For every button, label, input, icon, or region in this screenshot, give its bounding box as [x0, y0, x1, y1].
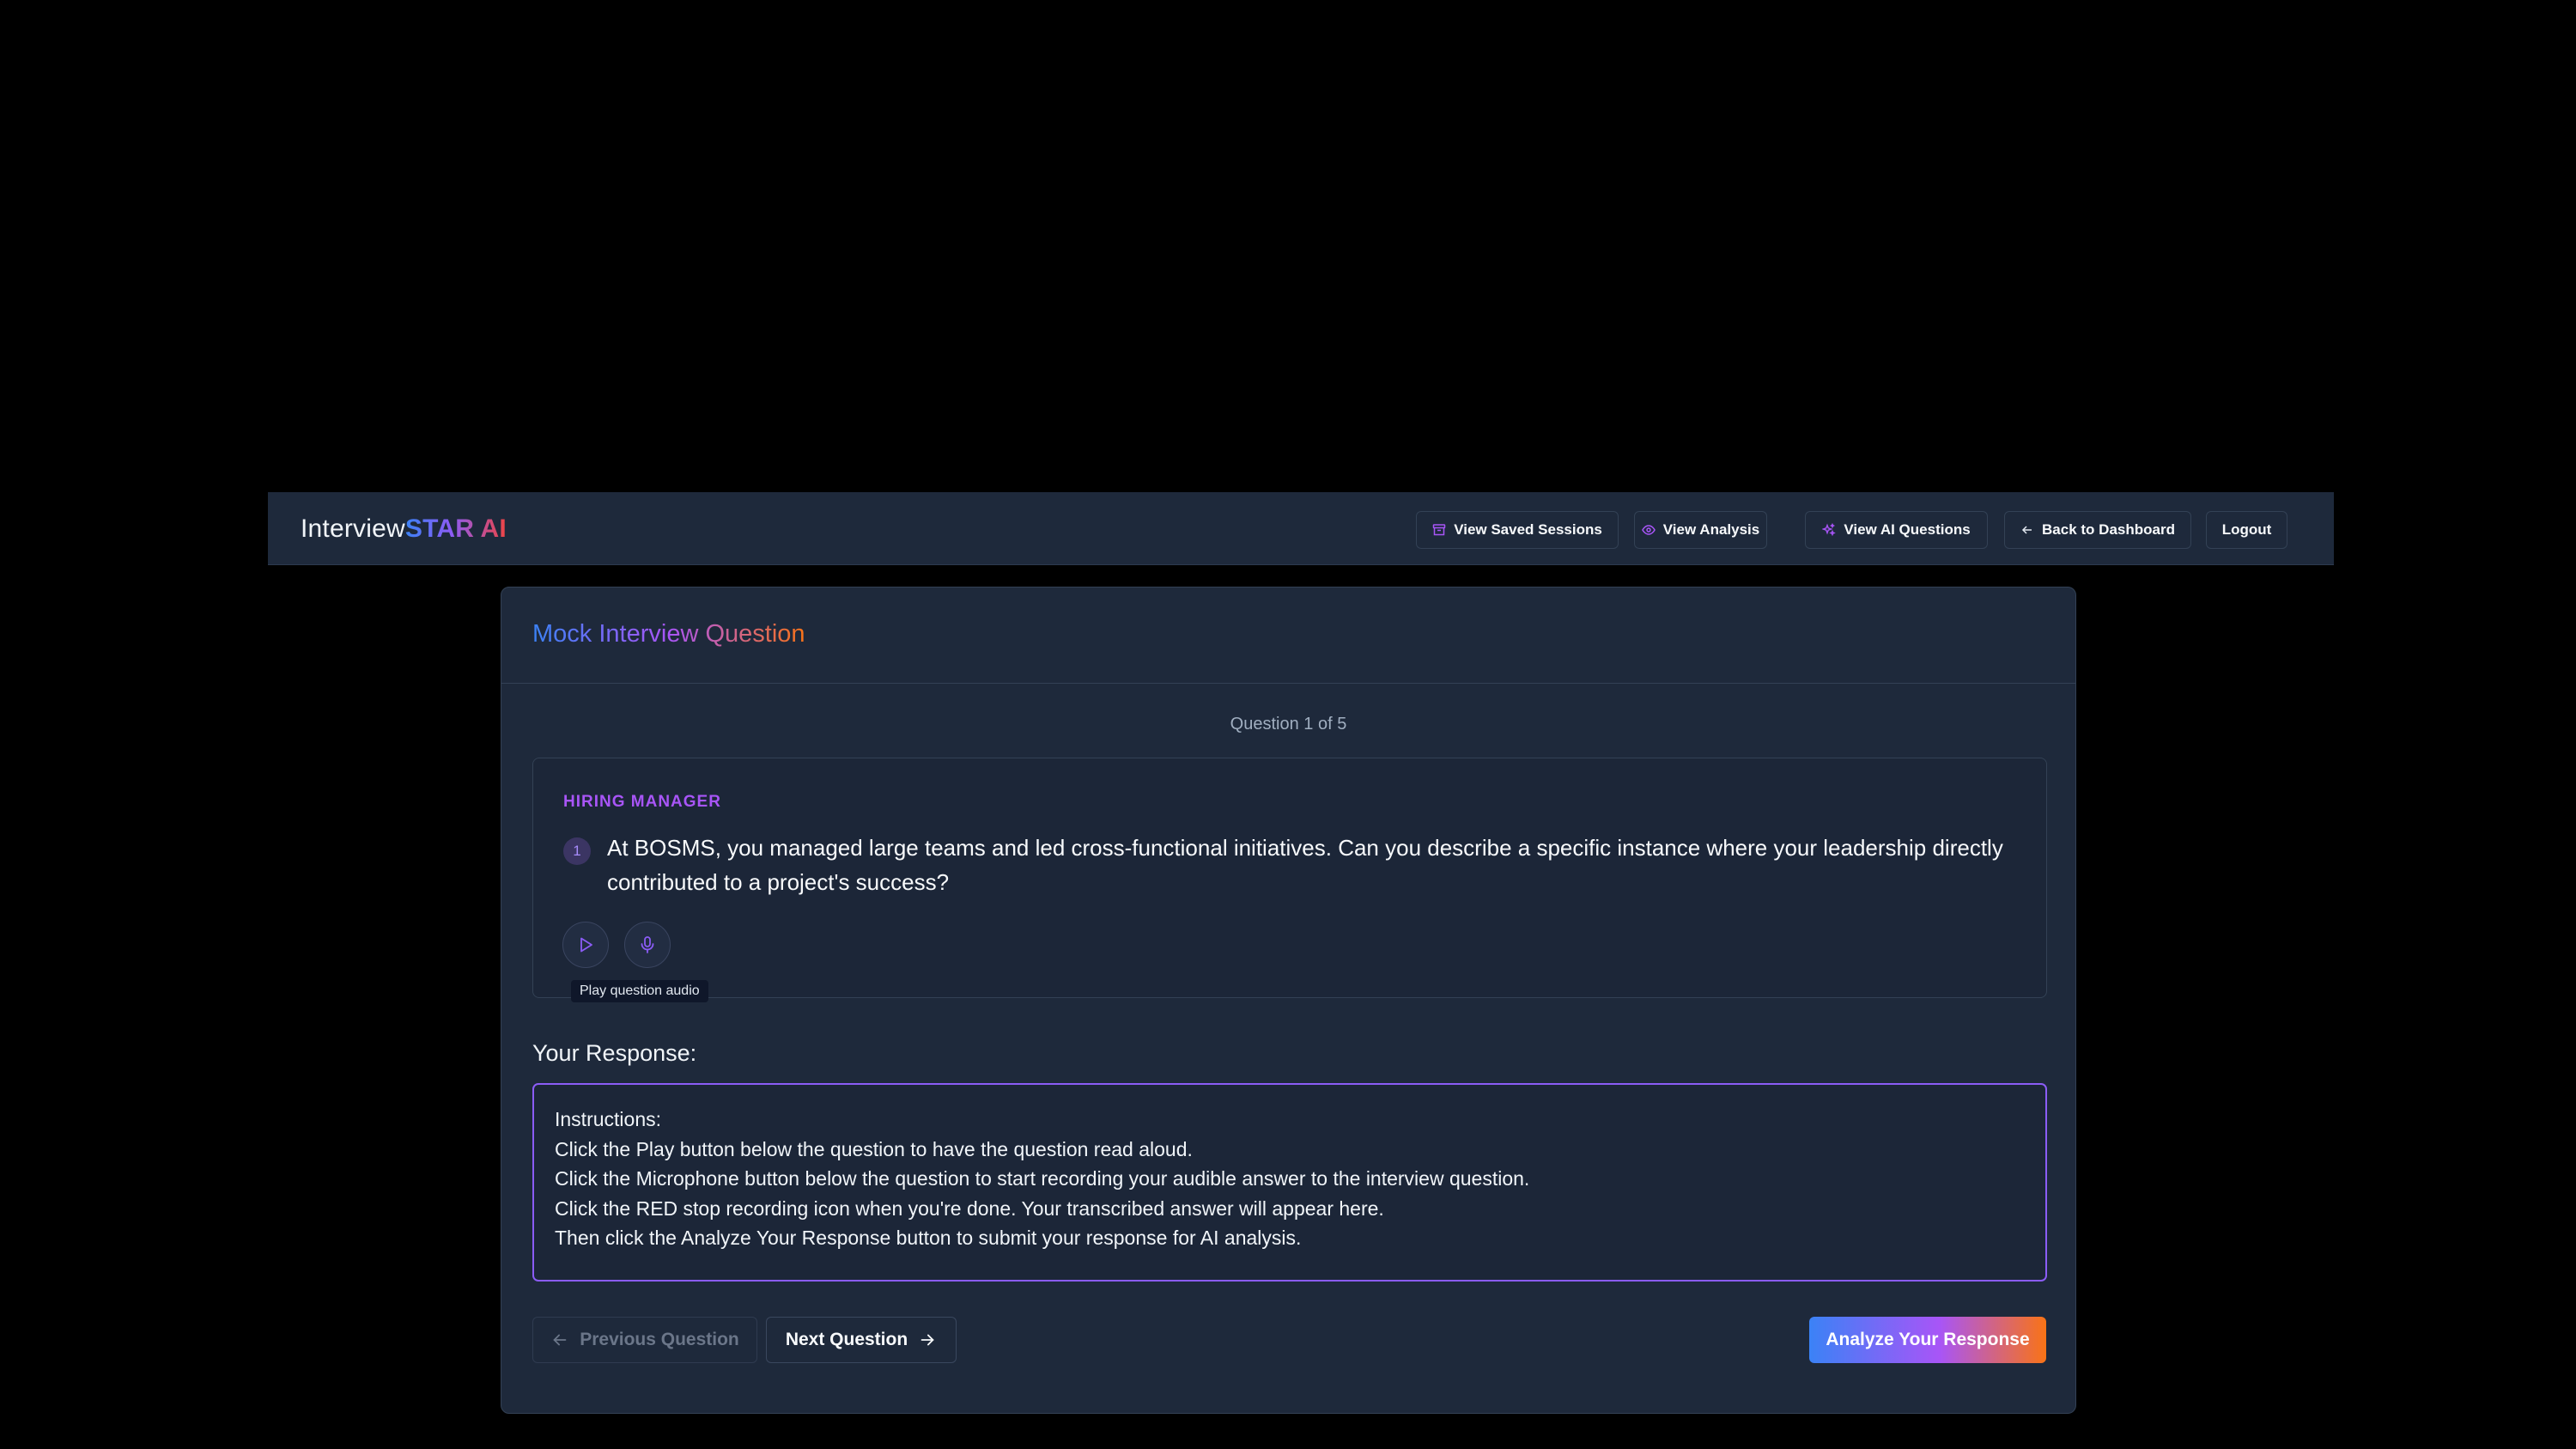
eye-icon: [1641, 525, 1656, 535]
response-line: Click the RED stop recording icon when y…: [555, 1196, 1384, 1220]
previous-question-label: Previous Question: [580, 1330, 739, 1349]
arrow-left-icon: [553, 1334, 567, 1346]
response-label: Your Response:: [532, 1040, 697, 1066]
logout-label: Logout: [2221, 521, 2272, 538]
record-answer-button[interactable]: [624, 922, 671, 968]
view-ai-questions-button[interactable]: View AI Questions: [1805, 511, 1988, 549]
brand-prefix: Interview: [301, 514, 405, 543]
mock-interview-card: Mock Interview Question Question 1 of 5 …: [501, 587, 2076, 1414]
card-title: Mock Interview Question: [532, 620, 805, 648]
top-navbar: InterviewSTAR AI View Saved Sessions Vie…: [268, 492, 2334, 565]
back-to-dashboard-label: Back to Dashboard: [2042, 521, 2175, 538]
analyze-response-button[interactable]: Analyze Your Response: [1809, 1317, 2046, 1363]
play-icon: [580, 937, 592, 953]
question-progress: Question 1 of 5: [1230, 715, 1347, 734]
next-question-button[interactable]: Next Question: [766, 1317, 957, 1363]
archive-icon: [1432, 524, 1446, 536]
previous-question-button[interactable]: Previous Question: [532, 1317, 757, 1363]
analyze-response-label: Analyze Your Response: [1826, 1330, 2030, 1349]
app-logo[interactable]: InterviewSTAR AI: [301, 492, 507, 565]
sparkles-icon: [1822, 523, 1837, 537]
question-number-badge: 1: [563, 837, 591, 865]
response-line: Instructions:: [555, 1108, 661, 1130]
view-ai-questions-label: View AI Questions: [1844, 521, 1971, 538]
question-panel: HIRING MANAGER 1 At BOSMS, you managed l…: [532, 758, 2047, 1002]
logout-button[interactable]: Logout: [2206, 511, 2287, 549]
brand-highlight: STAR AI: [404, 514, 507, 543]
arrow-right-icon: [920, 1334, 934, 1346]
view-analysis-button[interactable]: View Analysis: [1634, 511, 1767, 549]
response-textarea[interactable]: Instructions: Click the Play button belo…: [532, 1083, 2047, 1282]
response-line: Click the Play button below the question…: [555, 1137, 1193, 1160]
view-analysis-label: View Analysis: [1662, 521, 1760, 538]
interviewer-persona: HIRING MANAGER: [563, 793, 721, 811]
view-saved-sessions-label: View Saved Sessions: [1454, 521, 1602, 538]
play-audio-tooltip: Play question audio: [571, 980, 708, 1002]
response-line: Then click the Analyze Your Response but…: [555, 1227, 1302, 1249]
view-saved-sessions-button[interactable]: View Saved Sessions: [1416, 511, 1619, 549]
card-divider: [501, 683, 2075, 684]
response-line: Click the Microphone button below the qu…: [555, 1167, 1530, 1190]
next-question-label: Next Question: [785, 1330, 908, 1349]
microphone-icon: [641, 936, 654, 953]
play-question-audio-button[interactable]: [562, 922, 609, 968]
arrow-left-icon: [2021, 526, 2032, 534]
question-text: At BOSMS, you managed large teams and le…: [607, 835, 2003, 895]
back-to-dashboard-button[interactable]: Back to Dashboard: [2004, 511, 2191, 549]
